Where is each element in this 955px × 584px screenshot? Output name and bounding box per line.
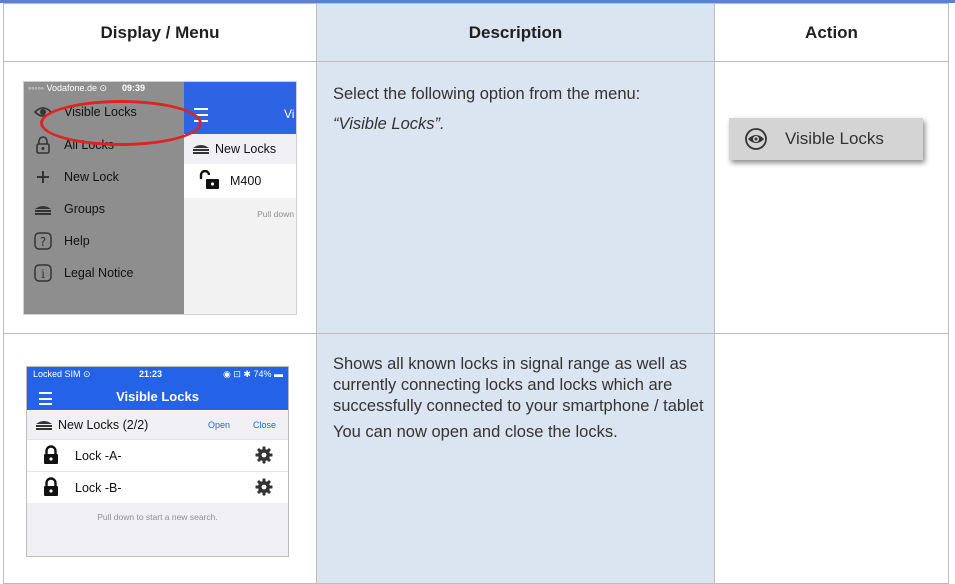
close-all-button[interactable]: Close — [253, 420, 276, 430]
menu-item-label: Groups — [64, 202, 105, 216]
action-cell: Visible Locks — [714, 61, 949, 334]
lock-icon — [34, 136, 52, 154]
description-line: Select the following option from the men… — [333, 85, 641, 103]
menu-screenshot: ◦◦◦◦◦ Vodafone.de ⊙ 09:39 ✱ Visible Lock… — [23, 81, 297, 315]
lock-label: Lock -B- — [75, 481, 122, 495]
description-line: Shows all known locks in signal range as… — [333, 355, 704, 415]
group-row[interactable]: New Locks (2/2) Open Close — [27, 411, 288, 439]
display-cell: Locked SIM ⊙ 21:23 ◉ ⊡ ✱ 74% ▬ Visible L… — [3, 333, 317, 584]
visible-locks-button[interactable]: Visible Locks — [729, 118, 923, 160]
menu-item-groups[interactable]: Groups — [34, 196, 105, 222]
svg-text:?: ? — [40, 235, 46, 249]
description-cell: Select the following option from the men… — [316, 61, 715, 334]
group-label: New Locks — [215, 142, 277, 156]
plus-icon — [34, 168, 52, 186]
info-icon: i — [34, 264, 52, 282]
status-carrier: Locked SIM ⊙ — [33, 369, 91, 379]
gear-icon[interactable] — [255, 478, 273, 499]
description-text: Select the following option from the men… — [317, 62, 714, 137]
status-time: 21:23 — [139, 369, 163, 379]
header-description: Description — [316, 3, 715, 62]
display-cell: ◦◦◦◦◦ Vodafone.de ⊙ 09:39 ✱ Visible Lock… — [3, 61, 317, 334]
lock-row[interactable]: Lock -B- — [27, 471, 288, 504]
status-time: 09:39 — [122, 83, 146, 93]
menu-item-label: New Lock — [64, 170, 119, 184]
help-icon: ? — [34, 232, 52, 250]
open-all-button[interactable]: Open — [208, 420, 230, 430]
group-row[interactable]: New Locks — [184, 134, 296, 164]
nav-title: Visible Locks — [116, 389, 199, 404]
nav-title: Vi — [284, 107, 295, 121]
groups-icon — [34, 200, 52, 218]
description-line: You can now open and close the locks. — [333, 423, 618, 441]
pull-hint: Pull down to start a new search. — [27, 503, 288, 556]
gear-icon[interactable] — [255, 446, 273, 467]
header-display-menu: Display / Menu — [3, 3, 317, 62]
lock-row[interactable]: M400 — [184, 164, 296, 198]
header-row: Display / Menu Description Action — [3, 3, 949, 62]
nav-bar: Locked SIM ⊙ 21:23 ◉ ⊡ ✱ 74% ▬ Visible L… — [27, 367, 288, 410]
menu-item-label: Legal Notice — [64, 266, 134, 280]
action-cell — [714, 333, 949, 584]
menu-item-new-lock[interactable]: New Lock — [34, 164, 119, 190]
lock-label: Lock -A- — [75, 449, 122, 463]
description-cell: Shows all known locks in signal range as… — [316, 333, 715, 584]
lock-label: M400 — [230, 174, 262, 188]
eye-icon — [745, 128, 767, 150]
description-option: “Visible Locks”. — [333, 115, 445, 133]
pull-hint: Pull down — [184, 199, 296, 229]
table-row: ◦◦◦◦◦ Vodafone.de ⊙ 09:39 ✱ Visible Lock… — [3, 61, 949, 334]
group-label: New Locks (2/2) — [58, 418, 149, 432]
groups-icon — [192, 142, 210, 157]
header-action: Action — [714, 3, 949, 62]
menu-item-help[interactable]: ? Help — [34, 228, 90, 254]
lock-icon — [43, 444, 59, 468]
highlight-circle — [40, 100, 202, 146]
groups-icon — [35, 418, 53, 433]
main-pane: Vi New Locks M400 Pull down — [184, 82, 296, 314]
svg-text:i: i — [41, 267, 45, 281]
lock-icon — [43, 476, 59, 500]
menu-item-legal-notice[interactable]: i Legal Notice — [34, 260, 134, 286]
lock-row[interactable]: Lock -A- — [27, 439, 288, 472]
visible-locks-screenshot: Locked SIM ⊙ 21:23 ◉ ⊡ ✱ 74% ▬ Visible L… — [26, 366, 289, 557]
button-label: Visible Locks — [785, 129, 884, 148]
unlocked-icon — [198, 169, 220, 193]
instruction-table: Display / Menu Description Action ◦◦◦◦◦ … — [3, 3, 949, 584]
table-row: Locked SIM ⊙ 21:23 ◉ ⊡ ✱ 74% ▬ Visible L… — [3, 333, 949, 584]
status-icons: ◉ ⊡ ✱ 74% ▬ — [223, 369, 283, 379]
status-carrier: ◦◦◦◦◦ Vodafone.de ⊙ — [28, 83, 108, 93]
description-text: Shows all known locks in signal range as… — [317, 334, 714, 443]
menu-item-label: Help — [64, 234, 90, 248]
